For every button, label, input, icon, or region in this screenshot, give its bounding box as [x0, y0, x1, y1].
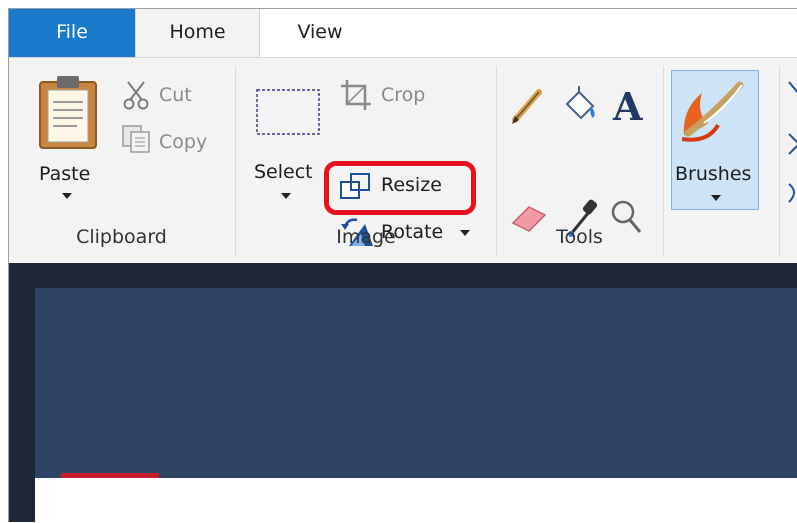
paste-dropdown-arrow: [62, 193, 72, 199]
crop-label: Crop: [381, 84, 426, 106]
svg-text:A: A: [612, 84, 643, 126]
fill-bucket-icon[interactable]: [561, 84, 599, 124]
ribbon-tabs: File Home View: [9, 9, 797, 58]
ribbon: Paste Cut Copy Clipboard Select Crop Res…: [9, 57, 797, 264]
paint-window: File Home View Paste Cut Copy Clipboard …: [8, 8, 797, 522]
cut-label: Cut: [159, 84, 192, 106]
image-group-label: Image: [336, 226, 396, 248]
tab-view[interactable]: View: [260, 9, 380, 57]
crop-icon: [341, 80, 371, 110]
copy-label: Copy: [159, 131, 208, 153]
group-divider: [663, 66, 664, 256]
copy-icon: [122, 125, 150, 153]
clipboard-icon: [39, 76, 97, 149]
selection-rectangle-icon: [256, 89, 320, 135]
canvas-image[interactable]: [35, 288, 797, 478]
scissors-icon: [123, 81, 149, 110]
brushes-dropdown-arrow: [711, 195, 721, 201]
canvas-image-lower[interactable]: [35, 478, 797, 522]
text-icon[interactable]: A: [610, 84, 646, 126]
select-dropdown-arrow: [281, 193, 291, 199]
shapes-icon[interactable]: [787, 78, 797, 218]
brushes-label: Brushes: [675, 163, 752, 185]
pencil-icon[interactable]: [509, 86, 545, 126]
tools-group-label: Tools: [556, 226, 603, 248]
resize-highlight-box: [324, 161, 476, 215]
clipboard-group-label: Clipboard: [76, 226, 167, 248]
select-label: Select: [254, 161, 313, 183]
canvas-area: [9, 263, 797, 522]
tab-home[interactable]: Home: [135, 9, 260, 58]
tab-file[interactable]: File: [9, 9, 135, 57]
paste-label: Paste: [39, 163, 91, 185]
brushes-button[interactable]: Brushes: [671, 70, 759, 210]
group-divider: [779, 66, 780, 256]
brush-icon: [681, 81, 744, 142]
